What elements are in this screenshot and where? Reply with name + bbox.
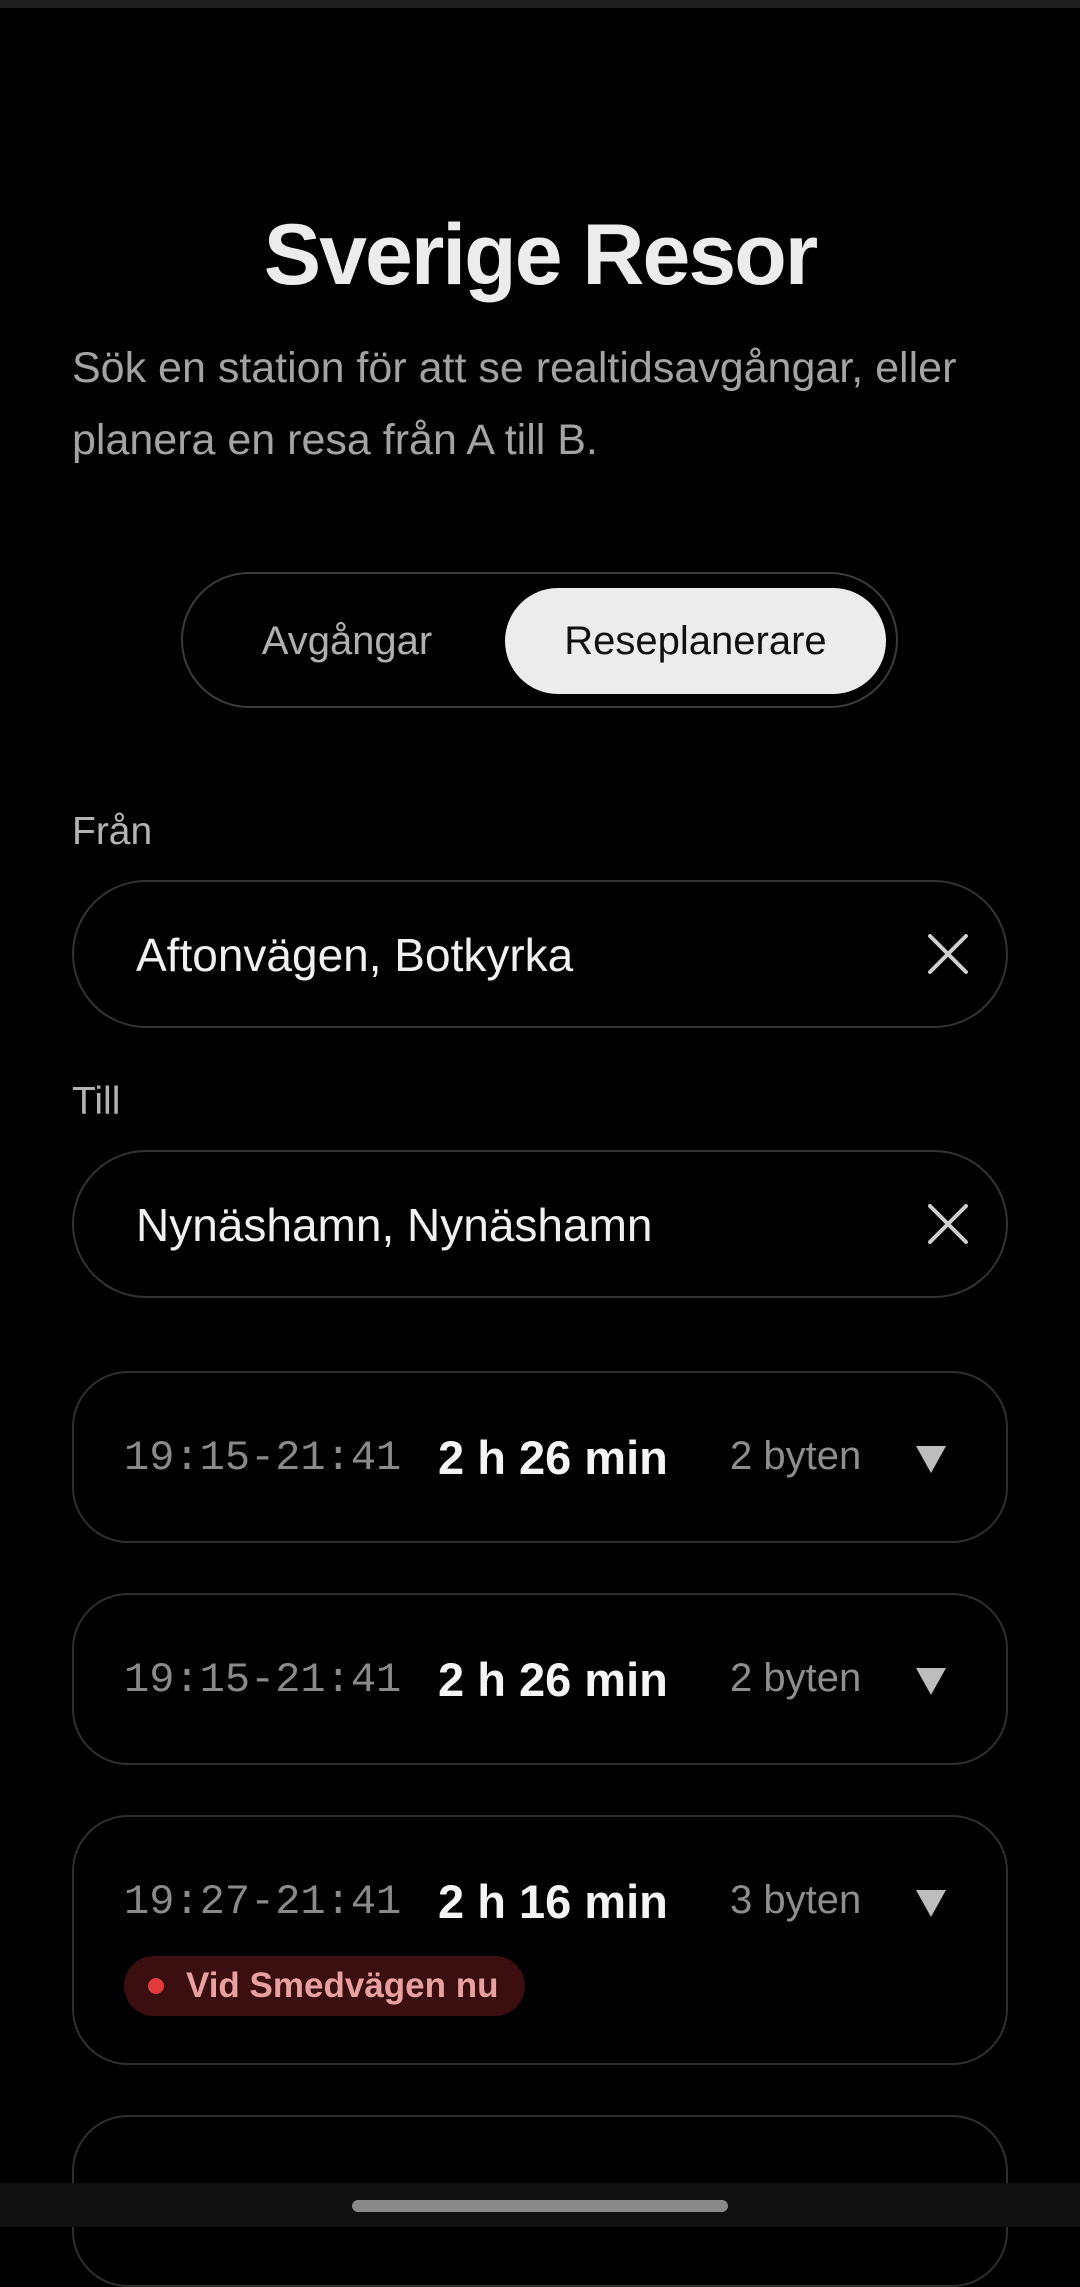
from-field: [72, 880, 1008, 1028]
tab-departures[interactable]: Avgångar: [197, 588, 497, 694]
page-subtitle: Sök en station för att se realtidsavgång…: [72, 344, 957, 464]
to-field: [72, 1150, 1008, 1298]
expand-chevron-icon[interactable]: [916, 1890, 946, 1917]
trip-duration: 2 h 16 min: [438, 1875, 668, 1928]
clear-to-icon[interactable]: [920, 1196, 976, 1252]
trip-changes: 2 byten: [730, 1434, 862, 1478]
clear-from-icon[interactable]: [920, 926, 976, 982]
live-status-text: Vid Smedvägen nu: [186, 1966, 499, 2005]
tab-trip-planner[interactable]: Reseplanerare: [505, 588, 886, 694]
mode-switch: Avgångar Reseplanerare: [181, 572, 898, 708]
trip-time: 19:27-21:41: [124, 1878, 402, 1926]
trip-changes: 2 byten: [730, 1656, 862, 1700]
to-label: Till: [72, 1080, 121, 1123]
trip-duration: 2 h 26 min: [438, 1653, 668, 1706]
trip-changes: 3 byten: [730, 1878, 862, 1922]
expand-chevron-icon[interactable]: [916, 1668, 946, 1695]
trip-duration: 2 h 26 min: [438, 1431, 668, 1484]
trip-time: 19:15-21:41: [124, 1434, 402, 1482]
trip-time: 19:15-21:41: [124, 1656, 402, 1704]
trip-card[interactable]: 19:27-21:41 2 h 16 min 3 byten Vid Smedv…: [72, 1815, 1008, 2065]
from-label: Från: [72, 810, 153, 853]
live-dot-icon: [148, 1978, 164, 1994]
from-input[interactable]: [134, 882, 878, 1028]
page-title: Sverige Resor: [263, 207, 818, 303]
status-bar: [0, 0, 1080, 8]
expand-chevron-icon[interactable]: [916, 1446, 946, 1473]
to-input[interactable]: [134, 1152, 878, 1298]
trip-card[interactable]: 19:15-21:41 2 h 26 min 2 byten: [72, 1593, 1008, 1765]
home-indicator[interactable]: [352, 2200, 728, 2212]
trip-card[interactable]: 19:15-21:41 2 h 26 min 2 byten: [72, 1371, 1008, 1543]
live-status-badge: Vid Smedvägen nu: [124, 1956, 525, 2016]
